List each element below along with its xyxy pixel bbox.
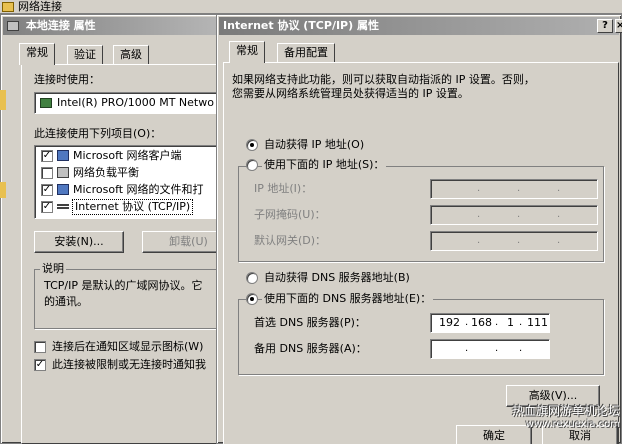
manual-ip-radio[interactable]: [246, 159, 258, 171]
intro-text-line1: 如果网络支持此功能，则可以获取自动指派的 IP 设置。否则，: [232, 73, 535, 86]
tcpip-general-panel: 如果网络支持此功能，则可以获取自动指派的 IP 设置。否则， 您需要从网络系统管…: [223, 62, 619, 444]
adapter-box: Intel(R) PRO/1000 MT Netwo: [34, 92, 234, 114]
local-connection-properties-dialog: 本地连接 属性 常规 验证 高级 连接时使用： Intel(R) PRO/100…: [0, 14, 234, 444]
connection-icon: [7, 21, 19, 31]
auto-dns-label: 自动获得 DNS 服务器地址(B): [264, 271, 410, 284]
auto-dns-radio[interactable]: [246, 272, 258, 284]
ip-address-label: IP 地址(I)：: [254, 182, 313, 195]
show-icon-checkbox[interactable]: [34, 341, 46, 353]
left-dialog-title: 本地连接 属性: [25, 19, 96, 32]
ip-address-field[interactable]: ...: [430, 179, 598, 199]
show-icon-label: 连接后在通知区域显示图标(W): [52, 340, 204, 353]
component-label: Microsoft 网络的文件和打: [73, 183, 204, 196]
description-group-label: 说明: [40, 262, 66, 276]
list-item-selected[interactable]: ✓ Internet 协议 (TCP/IP): [35, 199, 235, 216]
notify-checkbox[interactable]: ✓: [34, 359, 46, 371]
auto-ip-radio[interactable]: [246, 139, 258, 151]
protocol-icon: [57, 204, 69, 209]
adapter-name: Intel(R) PRO/1000 MT Netwo: [57, 96, 214, 109]
desktop-icon-fragment: [0, 90, 6, 110]
notify-label: 此连接被限制或无连接时通知我: [52, 358, 206, 371]
background-window-title: 网络连接: [18, 0, 62, 13]
dns-octet-1: 192: [439, 316, 460, 329]
default-gateway-label: 默认网关(D)：: [254, 234, 327, 247]
description-text-line2: 的通讯。: [44, 295, 88, 308]
items-label: 此连接使用下列项目(O)：: [34, 127, 162, 140]
intro-text-line2: 您需要从网络系统管理员处获得适当的 IP 设置。: [232, 87, 469, 100]
watermark-line1: 热血旗网游单机论坛: [511, 404, 620, 418]
dns-octet-3: 1: [507, 316, 514, 329]
component-label: Microsoft 网络客户端: [73, 149, 182, 162]
list-item[interactable]: ✓ Microsoft 网络的文件和打: [35, 182, 235, 199]
right-dialog-titlebar[interactable]: Internet 协议 (TCP/IP) 属性: [219, 17, 619, 35]
watermark-line2: www.rexuexia.com: [525, 419, 620, 430]
background-window-titlebar: 网络连接: [0, 0, 622, 14]
tab-general[interactable]: 常规: [229, 41, 265, 63]
description-text-line1: TCP/IP 是默认的广域网协议。它: [44, 279, 203, 292]
help-button[interactable]: ?: [597, 19, 613, 33]
manual-dns-group: [238, 299, 604, 375]
tab-advanced[interactable]: 高级: [113, 45, 149, 65]
manual-ip-label: 使用下面的 IP 地址(S)：: [262, 158, 387, 172]
general-tab-panel: 连接时使用： Intel(R) PRO/1000 MT Netwo 此连接使用下…: [21, 64, 234, 444]
watermark: 热血旗网游单机论坛 www.rexuexia.com: [500, 404, 620, 432]
file-share-icon: [57, 184, 69, 195]
dns-octet-2: 168: [471, 316, 492, 329]
network-folder-icon: [2, 2, 14, 12]
list-item[interactable]: ✓ Microsoft 网络客户端: [35, 148, 235, 165]
tab-authentication[interactable]: 验证: [67, 45, 103, 65]
preferred-dns-label: 首选 DNS 服务器(P)：: [254, 316, 366, 329]
manual-dns-label: 使用下面的 DNS 服务器地址(E)：: [262, 292, 434, 306]
component-label: 网络负载平衡: [73, 166, 139, 179]
alternate-dns-label: 备用 DNS 服务器(A)：: [254, 342, 367, 355]
component-checkbox[interactable]: ✓: [41, 184, 53, 196]
right-dialog-title: Internet 协议 (TCP/IP) 属性: [223, 19, 379, 32]
network-adapter-icon: [40, 98, 52, 108]
subnet-mask-label: 子网掩码(U)：: [254, 208, 326, 221]
preferred-dns-field[interactable]: 192 . 168 . 1 . 111: [430, 313, 550, 333]
list-item[interactable]: 网络负载平衡: [35, 165, 235, 182]
component-checkbox[interactable]: ✓: [41, 201, 53, 213]
manual-dns-radio[interactable]: [246, 293, 258, 305]
component-label: Internet 协议 (TCP/IP): [71, 199, 194, 215]
close-button[interactable]: ×: [615, 19, 622, 33]
close-icon: ×: [616, 20, 622, 31]
components-list[interactable]: ✓ Microsoft 网络客户端 网络负载平衡 ✓ Microsoft 网络的…: [34, 145, 234, 219]
dns-octet-4: 111: [527, 316, 548, 329]
default-gateway-field[interactable]: ...: [430, 231, 598, 251]
tab-general[interactable]: 常规: [19, 43, 55, 65]
component-checkbox[interactable]: [41, 167, 53, 179]
network-client-icon: [57, 150, 69, 161]
subnet-mask-field[interactable]: ...: [430, 205, 598, 225]
connect-using-label: 连接时使用：: [34, 73, 100, 86]
component-checkbox[interactable]: ✓: [41, 150, 53, 162]
auto-ip-label: 自动获得 IP 地址(O): [264, 138, 365, 151]
tab-alternate-config[interactable]: 备用配置: [277, 43, 335, 63]
tcpip-properties-dialog: Internet 协议 (TCP/IP) 属性 ? × 常规 备用配置 如果网络…: [216, 14, 622, 444]
left-dialog-titlebar[interactable]: 本地连接 属性: [3, 17, 229, 35]
network-service-icon: [57, 167, 69, 178]
install-button[interactable]: 安装(N)...: [34, 231, 124, 253]
desktop-icon-fragment: [0, 182, 6, 198]
alternate-dns-field[interactable]: ...: [430, 339, 550, 359]
